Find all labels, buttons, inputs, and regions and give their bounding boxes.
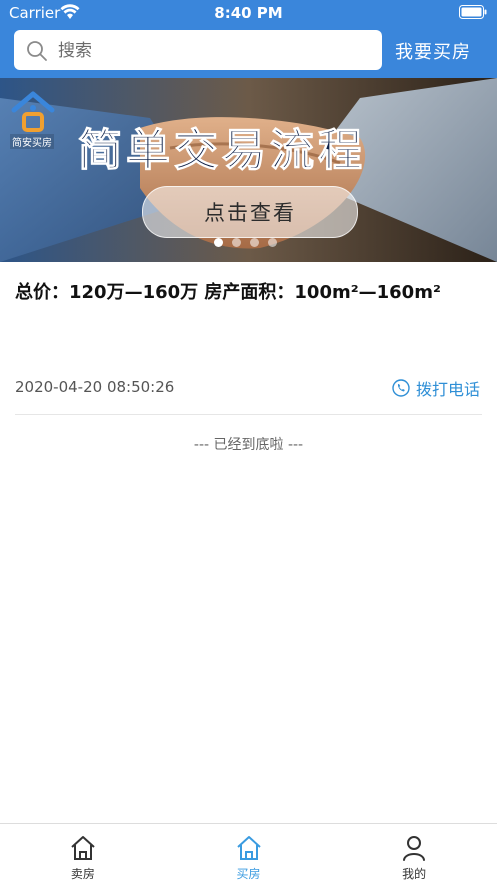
tab-sell[interactable]: 卖房: [0, 824, 166, 883]
house-icon: [236, 836, 261, 860]
tab-mine[interactable]: 我的: [331, 824, 497, 883]
user-icon: [403, 836, 426, 861]
tab-label: 我的: [402, 867, 427, 881]
logo-icon: [11, 91, 55, 132]
brand-name: 简安买房: [10, 134, 54, 149]
banner-title: 简单交易流程: [78, 125, 366, 177]
search-box[interactable]: [14, 30, 382, 70]
call-button[interactable]: 拨打电话: [392, 376, 480, 400]
end-of-list-note: --- 已经到底啦 ---: [193, 437, 304, 453]
carousel-pager[interactable]: [214, 238, 277, 247]
listing-title: 总价：120万—160万 房产面积：100m²—160m²: [15, 282, 441, 303]
battery-icon: [459, 5, 487, 19]
pager-dot[interactable]: [268, 238, 277, 247]
tab-label: 买房: [236, 867, 261, 881]
tab-bar: 卖房 买房 我的: [0, 823, 497, 883]
house-icon: [71, 836, 95, 860]
banner-carousel[interactable]: 简安买房 简单交易流程 点击查看: [0, 78, 497, 262]
search-icon: [27, 41, 47, 61]
search-input[interactable]: [56, 36, 380, 66]
pager-dot[interactable]: [250, 238, 259, 247]
list-item[interactable]: 总价：120万—160万 房产面积：100m²—160m² 2020-04-20…: [15, 262, 482, 415]
view-details-button[interactable]: 点击查看: [142, 186, 358, 238]
header: Carrier 8:40 PM 我要买房: [0, 0, 497, 78]
tab-buy[interactable]: 买房: [166, 824, 332, 883]
status-bar: Carrier 8:40 PM: [0, 0, 497, 26]
pager-dot[interactable]: [232, 238, 241, 247]
buy-house-link[interactable]: 我要买房: [395, 38, 471, 64]
app-screen: Carrier 8:40 PM 我要买房: [0, 0, 497, 883]
phone-icon: [392, 379, 410, 397]
clock: 8:40 PM: [214, 4, 283, 22]
tab-label: 卖房: [70, 867, 95, 881]
listing-timestamp: 2020-04-20 08:50:26: [15, 378, 175, 396]
call-label: 拨打电话: [415, 380, 480, 399]
pager-dot[interactable]: [214, 238, 223, 247]
